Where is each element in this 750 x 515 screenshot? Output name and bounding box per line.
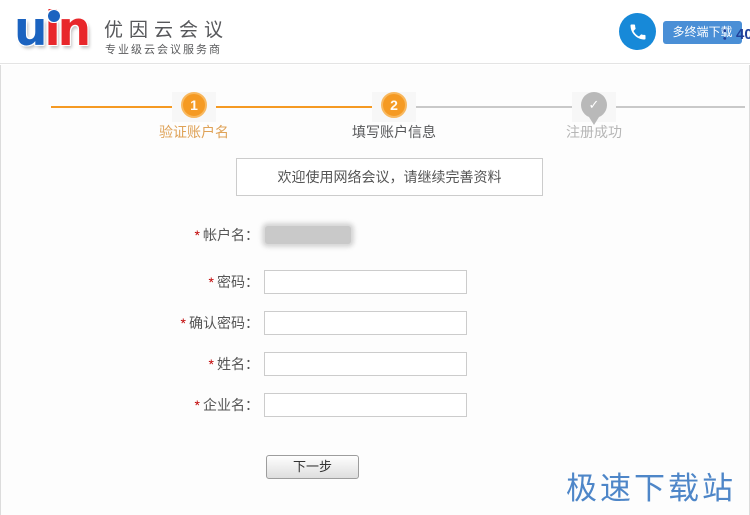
password-row: *密码： <box>1 270 749 294</box>
site-watermark: 极速下载站 <box>566 463 736 508</box>
step-2-badge: 2 <box>381 92 407 118</box>
company-name-row: *企业名： <box>1 393 749 417</box>
account-name-label: *帐户名： <box>1 223 259 247</box>
brand-logo: uin <box>14 4 88 56</box>
name-label: *姓名： <box>1 352 259 376</box>
step-3-check-pin-icon: ✓ <box>581 92 607 118</box>
required-mark: * <box>209 356 214 372</box>
next-step-button[interactable]: 下一步 <box>266 455 359 479</box>
password-label: *密码： <box>1 270 259 294</box>
registration-page: uin 优因云会议 专业级云会议服务商 多终端下载 ：400 1 2 ✓ 验证账… <box>0 0 750 515</box>
brand-tagline: 专业级云会议服务商 <box>105 41 222 57</box>
phone-icon <box>619 13 656 50</box>
main-panel: 1 2 ✓ 验证账户名 填写账户信息 注册成功 欢迎使用网络会议，请继续完善资料… <box>0 65 750 515</box>
account-name-masked-value <box>265 226 351 244</box>
step-1-badge: 1 <box>181 92 207 118</box>
header: uin 优因云会议 专业级云会议服务商 多终端下载 ：400 <box>0 0 750 64</box>
logo-letter-n: n <box>58 2 88 57</box>
company-name-label: *企业名： <box>1 393 259 417</box>
confirm-password-input[interactable] <box>264 311 467 335</box>
welcome-notice: 欢迎使用网络会议，请继续完善资料 <box>236 158 543 196</box>
step-3-register-success: ✓ <box>572 92 616 122</box>
step-2-fill-info: 2 <box>372 92 416 122</box>
confirm-password-label: *确认密码： <box>1 311 259 335</box>
logo-letter-u: u <box>14 2 44 57</box>
stepper-track-completed <box>51 106 395 108</box>
password-input[interactable] <box>264 270 467 294</box>
stepper-track-pending <box>395 106 745 108</box>
account-name-row: *帐户名： <box>1 223 749 247</box>
required-mark: * <box>209 274 214 290</box>
required-mark: * <box>181 315 186 331</box>
step-2-label: 填写账户信息 <box>334 122 454 142</box>
step-1-verify-account: 1 <box>172 92 216 122</box>
name-row: *姓名： <box>1 352 749 376</box>
required-mark: * <box>195 227 200 243</box>
required-mark: * <box>195 397 200 413</box>
hotline-number-partial: ：400 <box>721 23 750 44</box>
step-1-label: 验证账户名 <box>134 122 254 142</box>
brand-name: 优因云会议 <box>104 15 229 42</box>
step-3-label: 注册成功 <box>534 122 654 142</box>
name-input[interactable] <box>264 352 467 376</box>
company-name-input[interactable] <box>264 393 467 417</box>
logo-dot-icon <box>48 10 60 22</box>
confirm-password-row: *确认密码： <box>1 311 749 335</box>
